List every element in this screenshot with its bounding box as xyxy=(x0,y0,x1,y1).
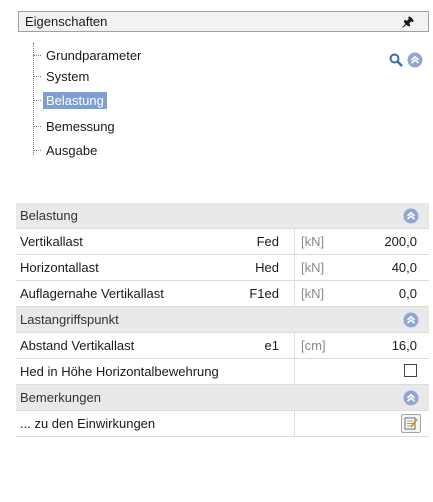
section-title: Bemerkungen xyxy=(20,390,101,405)
tree-item-label[interactable]: Belastung xyxy=(43,91,107,109)
tree-item-system[interactable]: System xyxy=(33,67,92,85)
edit-note-icon xyxy=(404,417,418,430)
property-label: Hed in Höhe Horizontalbewehrung xyxy=(20,364,219,379)
collapse-up-icon[interactable] xyxy=(403,390,419,406)
property-label: Auflagernahe Vertikallast xyxy=(20,286,164,301)
section-bemerkungen[interactable]: Bemerkungen xyxy=(16,385,429,411)
property-symbol: Fed xyxy=(256,234,279,249)
property-value-input[interactable]: 200,0 xyxy=(384,234,417,249)
tree-item-belastung[interactable]: Belastung xyxy=(33,91,107,109)
property-label: ... zu den Einwirkungen xyxy=(20,416,156,431)
section-title: Belastung xyxy=(20,208,78,223)
property-row-vertikallast: Vertikallast Fed [kN] 200,0 xyxy=(16,229,429,255)
tree-item-bemessung[interactable]: Bemessung xyxy=(33,117,118,135)
tree-item-grundparameter[interactable]: Grundparameter xyxy=(33,46,144,64)
tree-item-ausgabe[interactable]: Ausgabe xyxy=(33,141,100,159)
tree-item-label[interactable]: Ausgabe xyxy=(43,142,100,159)
property-unit: [kN] xyxy=(301,234,325,249)
search-icon[interactable] xyxy=(388,52,404,68)
tree-item-label[interactable]: Bemessung xyxy=(43,118,118,135)
property-label: Vertikallast xyxy=(20,234,83,249)
property-unit: [kN] xyxy=(301,286,325,301)
property-label: Abstand Vertikallast xyxy=(20,338,135,353)
property-unit: [cm] xyxy=(301,338,326,353)
property-row-horizontallast: Horizontallast Hed [kN] 40,0 xyxy=(16,255,429,281)
section-belastung[interactable]: Belastung xyxy=(16,203,429,229)
properties-title: Eigenschaften xyxy=(25,14,108,29)
property-grid: Belastung Vertikallast Fed [kN] 200,0 Ho… xyxy=(16,203,429,437)
property-symbol: e1 xyxy=(264,338,279,353)
collapse-up-icon[interactable] xyxy=(403,208,419,224)
property-value-input[interactable]: 16,0 xyxy=(392,338,417,353)
property-label: Horizontallast xyxy=(20,260,99,275)
property-symbol: Hed xyxy=(255,260,279,275)
collapse-up-icon[interactable] xyxy=(403,312,419,328)
tree-item-label[interactable]: Grundparameter xyxy=(43,47,144,64)
properties-header: Eigenschaften 🖈 xyxy=(18,11,429,32)
property-row-abstand-vertikallast: Abstand Vertikallast e1 [cm] 16,0 xyxy=(16,333,429,359)
property-value-input[interactable]: 0,0 xyxy=(399,286,417,301)
tree-item-label[interactable]: System xyxy=(43,68,92,85)
pin-icon[interactable]: 🖈 xyxy=(402,13,414,35)
property-row-einwirkungen: ... zu den Einwirkungen xyxy=(16,411,429,437)
section-title: Lastangriffspunkt xyxy=(20,312,119,327)
section-lastangriffspunkt[interactable]: Lastangriffspunkt xyxy=(16,307,429,333)
navigation-tree: Grundparameter System Belastung Bemessun… xyxy=(30,41,230,191)
property-row-hed-hoehe: Hed in Höhe Horizontalbewehrung xyxy=(16,359,429,385)
property-value-input[interactable]: 40,0 xyxy=(392,260,417,275)
edit-note-button[interactable] xyxy=(401,414,421,433)
property-row-auflagernahe-vertikallast: Auflagernahe Vertikallast F1ed [kN] 0,0 xyxy=(16,281,429,307)
property-symbol: F1ed xyxy=(249,286,279,301)
hed-hoehe-checkbox[interactable] xyxy=(404,364,417,377)
property-unit: [kN] xyxy=(301,260,325,275)
collapse-up-icon[interactable] xyxy=(407,52,423,68)
